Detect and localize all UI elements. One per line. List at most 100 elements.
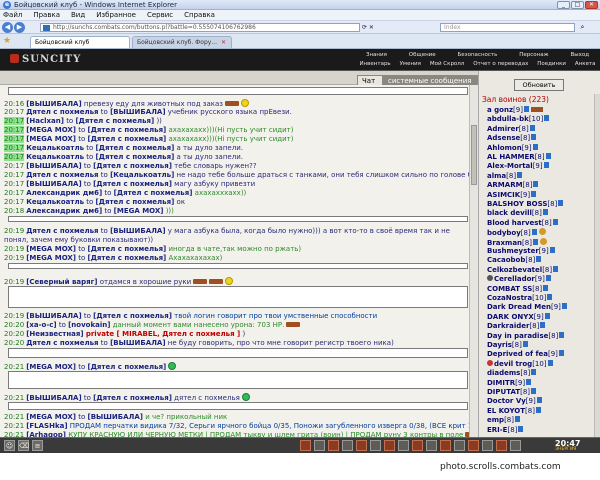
message-recipient[interactable]: [Дятел с похмелья] — [93, 180, 172, 188]
filter-icon[interactable]: ≡ — [32, 440, 43, 451]
user-info-icon[interactable] — [547, 294, 553, 300]
user-name[interactable]: diadems — [487, 369, 520, 377]
user-info-icon[interactable] — [559, 331, 565, 338]
tool-button[interactable] — [370, 440, 381, 451]
message-author[interactable]: Александрик дм6] — [26, 189, 102, 197]
message-author[interactable]: Дятел с похмелья — [26, 227, 98, 235]
message-recipient[interactable]: [Дятел с похмелья] — [88, 126, 167, 134]
message-author[interactable]: [Неизвестная] — [26, 330, 83, 338]
online-user[interactable]: abdulla-bk[10] — [487, 115, 550, 124]
url-field[interactable]: http://sunchs.combats.com/buttons.pl?bat… — [40, 23, 360, 32]
message-author[interactable]: [ВЫШИБАЛА] — [26, 394, 81, 402]
menu-help[interactable]: Справка — [184, 11, 215, 19]
user-name[interactable]: BALSHOY BOSS — [487, 200, 547, 208]
user-info-icon[interactable] — [558, 200, 564, 206]
user-name[interactable]: Adsense — [487, 134, 520, 142]
online-user[interactable]: Bushmeyster[9] — [487, 247, 555, 256]
tool-button[interactable] — [412, 440, 423, 451]
user-info-icon[interactable] — [517, 171, 523, 178]
user-name[interactable]: emp — [487, 416, 504, 424]
user-name[interactable]: Dark Dread Men — [487, 303, 551, 311]
user-name[interactable]: CozaNostra — [487, 294, 532, 302]
user-info-icon[interactable] — [536, 256, 542, 263]
clear-icon[interactable]: ⌫ — [18, 440, 29, 451]
message-recipient[interactable]: [Дятел с похмелья] — [88, 245, 167, 253]
user-name[interactable]: Bushmeyster — [487, 247, 539, 255]
menu-tools[interactable]: Сервис — [147, 11, 173, 19]
chat-scrollbar[interactable] — [469, 85, 478, 437]
online-user[interactable]: COMBAT SS[8] — [487, 284, 549, 294]
nav-transfers-report[interactable]: Отчет о переводах — [473, 60, 528, 69]
user-info-icon[interactable] — [514, 416, 520, 423]
user-info-icon[interactable] — [522, 341, 528, 347]
user-info-icon[interactable] — [526, 378, 532, 385]
online-user[interactable]: ASIMCIK[9] — [487, 190, 537, 200]
online-user[interactable]: ERI-E[8] — [487, 425, 524, 435]
message-recipient[interactable]: [Дятел с похмелья] — [88, 363, 167, 371]
tool-button[interactable] — [468, 440, 479, 451]
message-recipient[interactable]: [novokain] — [68, 321, 110, 329]
message-author[interactable]: [ВЫШИБАЛА] — [26, 180, 81, 188]
online-user[interactable]: Darkraider[8] — [487, 322, 546, 331]
user-name[interactable]: ASIMCIK — [487, 191, 520, 199]
message-recipient[interactable]: [Дятел с похмелья] — [96, 144, 175, 152]
online-user[interactable]: Admirer[8] — [487, 124, 535, 134]
user-info-icon[interactable] — [544, 312, 550, 319]
search-input[interactable]: Index — [440, 23, 575, 32]
user-info-icon[interactable] — [549, 247, 555, 253]
nav-character[interactable]: Персонаж — [519, 51, 548, 60]
user-info-icon[interactable] — [532, 143, 538, 150]
site-logo[interactable]: SUNCITY — [10, 54, 81, 65]
user-info-icon[interactable] — [518, 425, 524, 432]
online-user[interactable]: black devill[8] — [487, 209, 548, 218]
nav-security[interactable]: Безопасность — [458, 51, 498, 60]
message-recipient[interactable]: [Дятел с похмелья] — [96, 153, 175, 161]
message-author[interactable]: Кецалькоатль — [26, 198, 84, 206]
user-info-icon[interactable] — [558, 350, 564, 357]
online-user[interactable]: EL KOYOT[8] — [487, 406, 541, 416]
nav-battles[interactable]: Поединки — [537, 60, 566, 69]
message-recipient[interactable]: [ВЫШИБАЛА] — [110, 339, 165, 347]
user-info-icon[interactable] — [536, 397, 542, 404]
refresh-icon[interactable]: ⟳ ✕ — [362, 23, 384, 32]
message-author[interactable]: Дятел с похмелья — [26, 108, 98, 116]
close-button[interactable]: ✕ — [585, 1, 598, 9]
user-name[interactable]: COMBAT SS — [487, 285, 532, 293]
user-name[interactable]: Braxman — [487, 239, 522, 247]
user-name[interactable]: DIPUTAT — [487, 388, 520, 396]
nav-profile[interactable]: Анкета — [575, 60, 596, 69]
user-name[interactable]: Doctor Vy — [487, 397, 526, 405]
online-user[interactable]: Doctor Vy[9] — [487, 397, 542, 406]
message-author[interactable]: [MEGA MOX] — [26, 245, 76, 253]
user-info-icon[interactable] — [535, 406, 541, 413]
user-name[interactable]: Day in paradise — [487, 332, 548, 340]
forward-icon[interactable]: ▶ — [14, 22, 25, 33]
menu-edit[interactable]: Правка — [33, 11, 60, 19]
tool-button[interactable] — [398, 440, 409, 451]
message-author[interactable]: [ВЫШИБАЛА] — [26, 162, 81, 170]
message-author[interactable]: [FLASHka] — [26, 422, 67, 430]
message-recipient[interactable]: [ВЫШИБАЛА] — [110, 227, 165, 235]
online-user[interactable]: Adsense[8] — [487, 134, 537, 143]
message-recipient[interactable]: [Дятел с похмелья] — [88, 254, 167, 262]
online-user[interactable]: Alex-Mortal[9] — [487, 162, 549, 171]
online-user[interactable]: DARK ONYX[9] — [487, 312, 550, 322]
nav-knowledge[interactable]: Знания — [366, 51, 387, 60]
user-info-icon[interactable] — [540, 322, 546, 329]
user-name[interactable]: ARMARM — [487, 181, 523, 189]
user-info-icon[interactable] — [532, 238, 538, 245]
message-recipient[interactable]: [Дятел с похмелья] — [93, 162, 172, 170]
online-user[interactable]: BALSHOY BOSS[8] — [487, 200, 564, 209]
online-scrollbar[interactable] — [594, 94, 600, 437]
menu-view[interactable]: Вид — [71, 11, 85, 19]
message-recipient[interactable]: [Дятел с похмелья] — [93, 394, 172, 402]
message-author[interactable]: [MEGA MOX] — [26, 135, 76, 143]
message-recipient[interactable]: [Дятел с похмелья] — [75, 117, 154, 125]
nav-my-scroll[interactable]: Мой Скролл — [430, 60, 464, 69]
user-name[interactable]: Cacaobob — [487, 256, 525, 264]
user-info-icon[interactable] — [542, 209, 548, 216]
user-name[interactable]: EL KOYOT — [487, 407, 525, 415]
user-info-icon[interactable] — [561, 303, 567, 310]
user-info-icon[interactable] — [531, 134, 537, 141]
tool-button[interactable] — [440, 440, 451, 451]
